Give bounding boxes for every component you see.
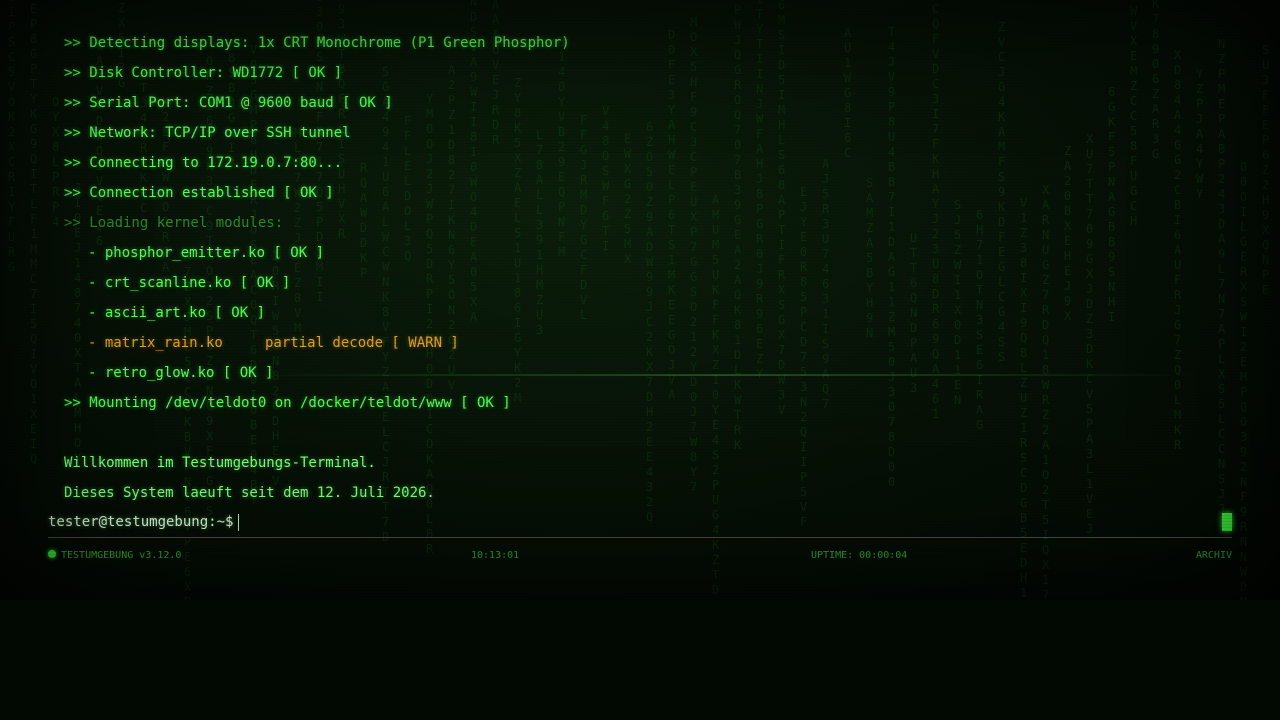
log-line: >> Loading kernel modules:	[64, 215, 284, 231]
rain-column: SJ5ZWI1X0D11EN	[954, 198, 962, 407]
log-line: - matrix_rain.ko partial decode [ WARN ]	[88, 335, 459, 351]
rain-column: ZA20BXEHEJ9X	[1064, 144, 1072, 323]
log-line: >> Serial Port: COM1 @ 9600 baud [ OK ]	[64, 95, 393, 111]
rain-column: 6ZO50Z9ADW99JC2KX7DH2EE432Q	[646, 120, 654, 524]
rain-column: GK78906ZAR3G	[1152, 0, 1160, 161]
rain-column: EJYE0R85PCD753N2QIIP5VF	[800, 185, 808, 529]
log-line	[64, 424, 570, 454]
log-line: >> Disk Controller: WD1772 [ OK ]	[64, 65, 343, 81]
rain-column: O0OILGERXSWI2EMPQO392NF9RNNWDMF	[1240, 160, 1248, 600]
log-line: Willkommen im Testumgebungs-Terminal.	[64, 455, 376, 471]
rain-column: Y06MSID5IMHLS68APTIFRXSGX7DW3V	[778, 0, 786, 417]
rain-column: UTT6QNDPAU3	[910, 231, 918, 395]
rain-column: AU1WG8I6C	[844, 26, 852, 160]
rain-column: SU3FFEP6Z2H9XQNPE	[1262, 43, 1270, 297]
rain-column: YZPJA4YWY	[1196, 67, 1204, 201]
rain-column: ZVCJG4KAMFS9KDFEGLCG4SS	[998, 20, 1006, 364]
log-line: - ascii_art.ko [ OK ]	[88, 305, 266, 321]
rain-column: RITYTIINJWFAHJ8PGR0J9R96EZY	[756, 0, 764, 381]
rain-column: D0FE3YAHWELP6TS1MKEEGOJVA	[668, 28, 676, 402]
rain-column: O3PWJQGROQ707B39GEA2AQK81DLKWTRK	[734, 0, 742, 452]
log-line: - phosphor_emitter.ko [ OK ]	[88, 245, 325, 261]
log-line: Dieses System laeuft seit dem 12. Juli 2…	[64, 485, 435, 501]
text-caret	[238, 513, 240, 531]
rain-column: T4JV9P8U4BB7I1DAG11ZM50J3078D00	[888, 25, 896, 489]
status-divider	[48, 537, 1232, 538]
rain-column: EWXG2Z5MX	[624, 132, 632, 266]
rain-column: 8EP8GPTYKG9QITLF1MMC7I5QIVO1XEIQ	[30, 0, 38, 466]
rain-column: 6H71OTN3SE6IRAG	[976, 208, 984, 432]
online-dot-icon	[48, 550, 56, 558]
log-line: >> Connection established [ OK ]	[64, 185, 334, 201]
log-line: >> Detecting displays: 1x CRT Monochrome…	[64, 35, 570, 51]
rain-column: XD84A4GG2CBI6AUFRJG7ZQ0LMKR	[1174, 48, 1182, 452]
status-bar: TESTUMGEBUNG v3.12.0 10:13:01 UPTIME: 00…	[48, 549, 1232, 563]
rain-column: OYX8LPRP4	[52, 95, 60, 229]
rain-column: V48OSWF6TI	[602, 104, 610, 253]
archive-button[interactable]: ARCHIV	[1196, 549, 1232, 563]
rain-column: UEIPSC5VOK2XCRIYFURG	[8, 0, 16, 274]
prompt-label: tester@testumgebung:~$	[48, 514, 234, 530]
log-line: - retro_glow.ko [ OK ]	[88, 365, 274, 381]
boot-log: >> Detecting displays: 1x CRT Monochrome…	[64, 34, 570, 514]
app-name: TESTUMGEBUNG v3.12.0	[61, 550, 182, 561]
log-line: >> Mounting /dev/teldot0 on /docker/teld…	[64, 395, 511, 411]
rain-column: SAMZA5BYH9N	[866, 176, 874, 340]
command-line[interactable]: tester@testumgebung:~$	[48, 512, 1232, 532]
rain-column: WVXEMZCC58FUGCH	[1130, 4, 1138, 228]
status-app: TESTUMGEBUNG v3.12.0	[48, 549, 181, 563]
rain-column: MOX5HF9C3CPEUXP7GGSO212YD0J7W8Y7	[690, 15, 698, 494]
status-clock: 10:13:01	[471, 550, 520, 561]
log-line: >> Network: TCP/IP over SSH tunnel	[64, 125, 351, 141]
rain-column: NZPMEPABP243DA9L7N7APLXS5LCCNSJJ	[1218, 37, 1226, 516]
log-line: >> Connecting to 172.19.0.7:80...	[64, 155, 343, 171]
rain-column: XU7TT709GXJDZ3DKCV5PA3L1VEJ	[1086, 132, 1094, 536]
rain-column: FFGJRMDYGCFDVL	[580, 113, 588, 322]
rain-column: CQFVDC3I7FKHAYJ23U8DR69QA461	[932, 2, 940, 421]
block-cursor-icon	[1222, 513, 1232, 531]
status-uptime: UPTIME: 00:00:04	[811, 550, 908, 561]
terminal-screen: UEIPSC5VOK2XCRIYFURG 8EP8GPTYKG9QITLF1MMC…	[0, 0, 1280, 600]
rain-column: 6GKF5PNAGBB9SNHI	[1108, 85, 1116, 324]
log-line: - crt_scanline.ko [ OK ]	[88, 275, 291, 291]
rain-column: V1Z38IXI9Q8LZUZ1RSCDGB5EDH1XRSEG	[1020, 196, 1028, 600]
